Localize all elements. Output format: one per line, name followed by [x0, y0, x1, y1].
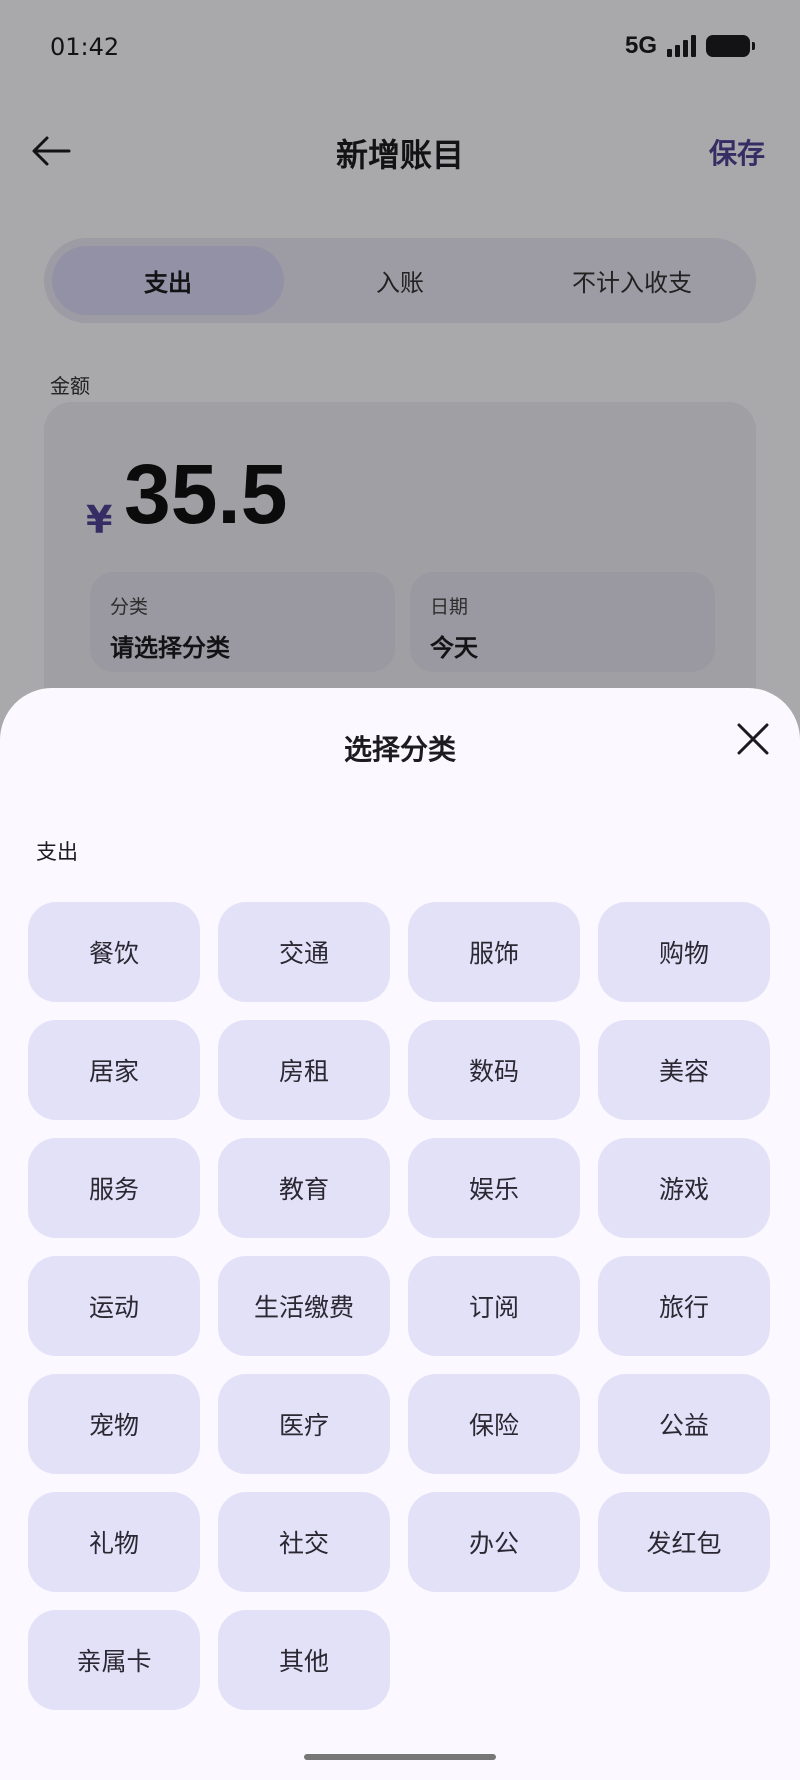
- category-chip[interactable]: 生活缴费: [218, 1256, 390, 1356]
- category-chip[interactable]: 其他: [218, 1610, 390, 1710]
- category-chip[interactable]: 运动: [28, 1256, 200, 1356]
- category-chip[interactable]: 游戏: [598, 1138, 770, 1238]
- category-chip[interactable]: 服饰: [408, 902, 580, 1002]
- category-chip[interactable]: 办公: [408, 1492, 580, 1592]
- category-chip[interactable]: 数码: [408, 1020, 580, 1120]
- category-chip[interactable]: 交通: [218, 902, 390, 1002]
- home-indicator[interactable]: [304, 1754, 496, 1760]
- category-chip[interactable]: 订阅: [408, 1256, 580, 1356]
- category-chip[interactable]: 教育: [218, 1138, 390, 1238]
- category-chip[interactable]: 娱乐: [408, 1138, 580, 1238]
- sheet-title: 选择分类: [343, 733, 456, 766]
- category-chip[interactable]: 美容: [598, 1020, 770, 1120]
- category-grid: 餐饮 交通 服饰 购物居家 房租 数码 美容服务 教育 娱乐 游戏运动 生活缴费 订阅 旅行宠物 医疗 保险…: [28, 902, 772, 1710]
- close-icon: [737, 723, 769, 755]
- category-chip[interactable]: 旅行: [598, 1256, 770, 1356]
- category-chip[interactable]: 房租: [218, 1020, 390, 1120]
- section-label-expense: 支出: [36, 840, 78, 864]
- close-button[interactable]: [730, 716, 776, 762]
- category-chip[interactable]: 餐饮: [28, 902, 200, 1002]
- category-chip[interactable]: 社交: [218, 1492, 390, 1592]
- category-chip[interactable]: 礼物: [28, 1492, 200, 1592]
- category-chip[interactable]: 发红包: [598, 1492, 770, 1592]
- category-chip[interactable]: 保险: [408, 1374, 580, 1474]
- category-chip[interactable]: 居家: [28, 1020, 200, 1120]
- category-chip[interactable]: 公益: [598, 1374, 770, 1474]
- category-chip[interactable]: 购物: [598, 902, 770, 1002]
- category-chip[interactable]: 亲属卡: [28, 1610, 200, 1710]
- category-chip[interactable]: 服务: [28, 1138, 200, 1238]
- category-chip[interactable]: 医疗: [218, 1374, 390, 1474]
- category-chip[interactable]: 宠物: [28, 1374, 200, 1474]
- category-picker-sheet: 选择分类 支出 餐饮 交通 服饰 购物居家 房租 数码 美容服务 教育 娱乐 游戏运动 生活缴费 订阅…: [0, 688, 800, 1780]
